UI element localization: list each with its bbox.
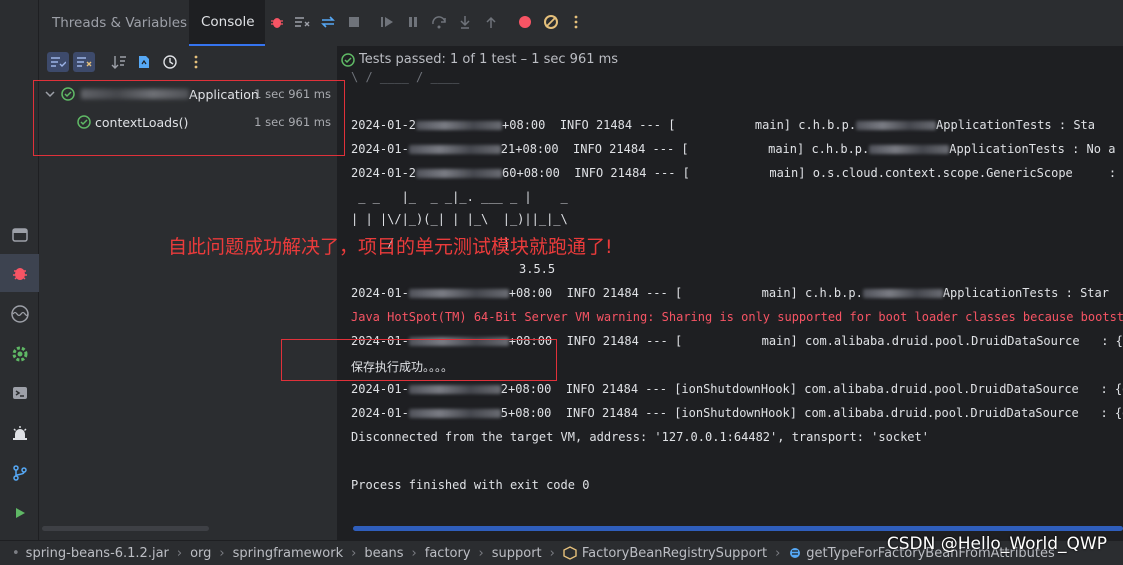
step-into-icon[interactable] xyxy=(456,13,474,31)
log-line: 2024-01- 5+08:00 INFO 21484 --- [ionShutd… xyxy=(351,406,1123,420)
tab-label: Threads & Variables xyxy=(52,15,188,31)
chevron-right-icon: › xyxy=(351,545,357,561)
log-line: 2024-01- +08:00 INFO 21484 --- [ main] c.… xyxy=(351,286,1109,300)
spring-version: 3.5.5 xyxy=(519,262,556,276)
breadcrumb-item[interactable]: • spring-beans-6.1.2.jar xyxy=(12,546,169,561)
console-scrollbar[interactable] xyxy=(353,526,1123,531)
history-icon[interactable] xyxy=(159,52,181,72)
profiler-icon[interactable] xyxy=(0,295,39,333)
stop-icon[interactable] xyxy=(345,13,363,31)
step-out-icon[interactable] xyxy=(482,13,500,31)
show-ignored-icon[interactable] xyxy=(73,52,95,72)
tests-status-text: Tests passed: 1 of 1 test – 1 sec 961 ms xyxy=(359,52,619,67)
console-output[interactable]: Tests passed: 1 of 1 test – 1 sec 961 ms… xyxy=(337,46,1123,540)
more-options-icon[interactable] xyxy=(567,13,585,31)
chevron-right-icon: › xyxy=(176,545,183,561)
run-icon[interactable] xyxy=(0,494,39,532)
breadcrumb-item[interactable]: org xyxy=(190,546,211,561)
terminal-icon[interactable] xyxy=(0,374,39,412)
banner-line: _ _ |_ _ _|_. ___ _ | _ xyxy=(351,190,568,204)
breadcrumb-item[interactable]: factory xyxy=(425,546,471,561)
test-passed-icon xyxy=(341,52,355,67)
log-line: 2024-01-2 60+08:00 INFO 21484 --- [ main]… xyxy=(351,166,1123,180)
tests-status: Tests passed: 1 of 1 test – 1 sec 961 ms xyxy=(341,52,618,67)
method-icon xyxy=(790,548,801,558)
step-over-icon[interactable] xyxy=(430,13,448,31)
resume-icon[interactable] xyxy=(378,13,396,31)
export-file-icon[interactable] xyxy=(133,52,155,72)
chevron-right-icon: › xyxy=(219,545,225,561)
mute-breakpoints-icon[interactable] xyxy=(542,13,560,31)
problems-icon[interactable] xyxy=(0,414,39,452)
class-icon xyxy=(563,546,577,560)
chevron-right-icon: › xyxy=(775,545,781,561)
archive-icon[interactable] xyxy=(0,216,39,254)
exit-code-line: Process finished with exit code 0 xyxy=(351,478,590,492)
sort-icon[interactable] xyxy=(108,52,130,72)
breadcrumb-item[interactable]: FactoryBeanRegistrySupport xyxy=(563,546,767,561)
git-branch-icon[interactable] xyxy=(0,454,39,492)
more-options-icon[interactable] xyxy=(185,52,207,72)
services-gear-icon[interactable] xyxy=(0,335,39,373)
tree-scrollbar[interactable] xyxy=(42,526,209,531)
breadcrumb-item[interactable]: support xyxy=(492,546,542,561)
log-line-cut: \ / ____ / ____ xyxy=(351,70,460,84)
chevron-right-icon: › xyxy=(411,545,417,561)
tab-console[interactable]: Console xyxy=(189,0,265,46)
disconnect-line: Disconnected from the target VM, address… xyxy=(351,430,929,444)
tab-threads-variables[interactable]: Threads & Variables xyxy=(39,0,189,46)
debug-bug-icon[interactable] xyxy=(268,13,286,31)
debug-bug-icon[interactable] xyxy=(0,254,39,292)
tab-label: Console xyxy=(201,14,255,30)
jvm-warning-line: Java HotSpot(TM) 64-Bit Server VM warnin… xyxy=(351,310,1123,324)
watermark: CSDN @Hello_World_QWP xyxy=(886,534,1107,554)
annotation-box-test-tree xyxy=(33,80,345,156)
debug-toolbar: Threads & Variables Console xyxy=(39,0,1123,46)
chevron-right-icon: › xyxy=(549,545,555,561)
log-line: 2024-01- 2+08:00 INFO 21484 --- [ionShutd… xyxy=(351,382,1123,396)
log-line: 2024-01-2 +08:00 INFO 21484 --- [ main] c… xyxy=(351,118,1095,132)
clear-filter-icon[interactable] xyxy=(293,13,311,31)
breakpoints-icon[interactable] xyxy=(516,13,534,31)
breadcrumb-item[interactable]: springframework xyxy=(233,546,343,561)
log-line: 2024-01- 21+08:00 INFO 21484 --- [ main] … xyxy=(351,142,1116,156)
show-passed-icon[interactable] xyxy=(47,52,69,72)
banner-line: | | |\/|_)(_| | |_\ |_)||_|_\ xyxy=(351,212,568,226)
pause-icon[interactable] xyxy=(404,13,422,31)
annotation-note: 自此问题成功解决了，项目的单元测试模块就跑通了! xyxy=(168,236,613,258)
breadcrumb-item[interactable]: beans xyxy=(364,546,403,561)
rerun-swap-icon[interactable] xyxy=(319,13,337,31)
annotation-box-save-line xyxy=(281,339,557,381)
chevron-right-icon: › xyxy=(478,545,484,561)
